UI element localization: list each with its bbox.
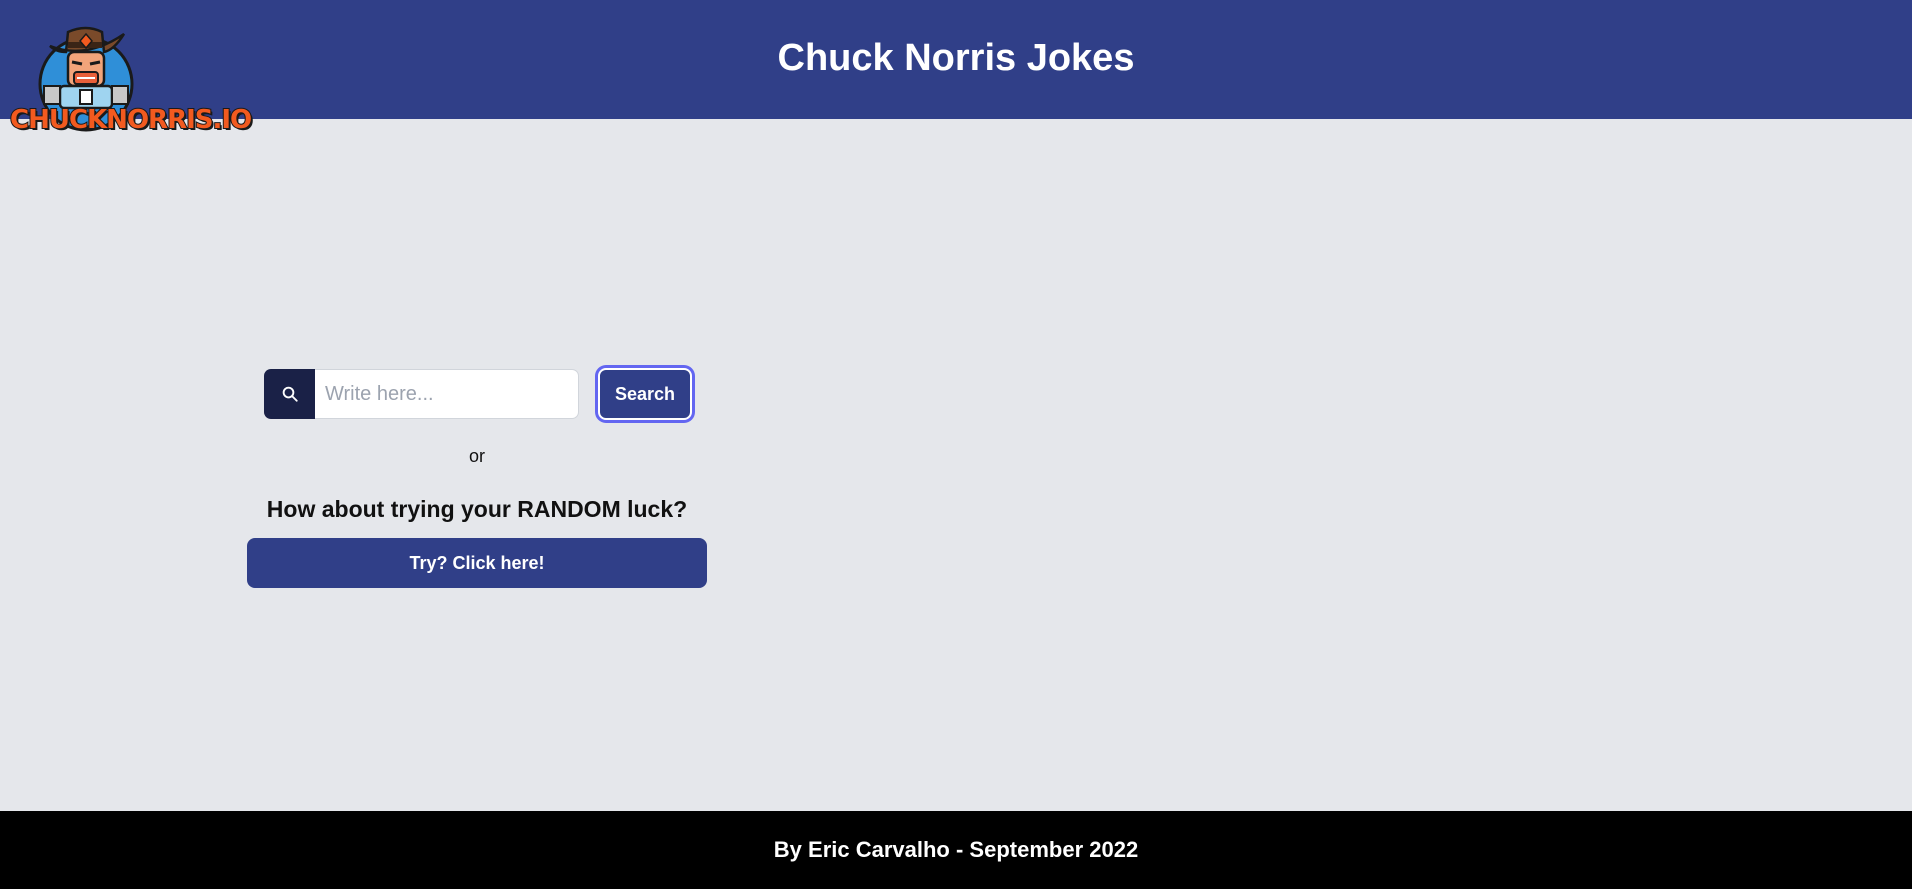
page-title: Chuck Norris Jokes (777, 37, 1135, 79)
logo-wordmark: CHUCKNORRIS.IO (9, 104, 253, 136)
search-icon-box (264, 369, 315, 419)
chucknorris-logo: CHUCKNORRIS.IO (9, 16, 253, 146)
footer-credit: By Eric Carvalho - September 2022 (773, 837, 1139, 862)
search-icon (282, 386, 298, 402)
page-footer: By Eric Carvalho - September 2022 (0, 811, 1912, 889)
random-luck-heading: How about trying your RANDOM luck? (266, 496, 688, 522)
random-joke-button[interactable]: Try? Click here! (247, 538, 707, 588)
page-header: Chuck Norris Jokes CHUCKNORRIS.IO (0, 0, 1912, 136)
search-input[interactable] (315, 369, 579, 419)
search-button[interactable]: Search (598, 368, 692, 420)
search-form: Search (264, 368, 692, 420)
or-divider-text: or (468, 446, 485, 466)
